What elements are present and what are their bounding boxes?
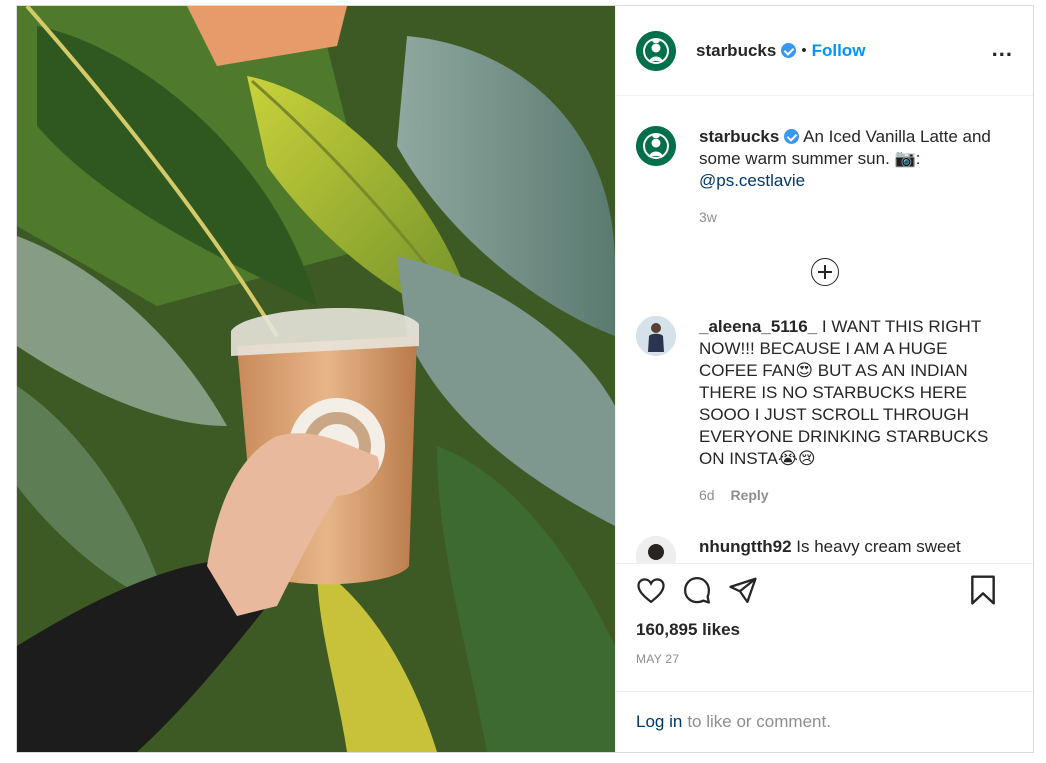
verified-badge-icon	[784, 129, 800, 144]
share-icon[interactable]	[728, 576, 758, 604]
comment-username[interactable]: nhungtth92	[699, 537, 792, 556]
comment-item: _aleena_5116_ I WANT THIS RIGHT NOW!!! B…	[636, 316, 1013, 506]
commenter-avatar[interactable]	[636, 316, 676, 356]
reply-button[interactable]: Reply	[730, 487, 768, 503]
post-date: MAY 27	[636, 652, 680, 666]
follow-button[interactable]: Follow	[812, 41, 866, 61]
likes-count[interactable]: 160,895 likes	[636, 620, 1013, 640]
caption-age: 3w	[699, 209, 717, 225]
more-options-icon[interactable]: ...	[992, 38, 1013, 60]
verified-badge-icon	[781, 43, 797, 58]
comment-text: Is heavy cream sweet	[796, 537, 961, 556]
comment-item: nhungtth92 Is heavy cream sweet	[636, 536, 1013, 563]
user-photo-icon	[636, 316, 676, 356]
action-icons	[636, 564, 1013, 616]
post-actions: 160,895 likes MAY 27	[616, 563, 1033, 691]
load-more-comments-icon[interactable]	[810, 258, 839, 286]
heart-icon[interactable]	[636, 576, 666, 604]
post-photo-image	[17, 6, 615, 752]
caption-mention-link[interactable]: @ps.cestlavie	[699, 171, 805, 190]
caption-avatar[interactable]	[636, 126, 676, 166]
caption: starbucks An Iced Vanilla Latte and some…	[636, 126, 1013, 228]
caption-username[interactable]: starbucks	[699, 127, 779, 146]
comments-section[interactable]: starbucks An Iced Vanilla Latte and some…	[616, 96, 1033, 563]
comment-username[interactable]: _aleena_5116_	[699, 317, 817, 336]
starbucks-logo-icon	[636, 30, 676, 71]
starbucks-avatar[interactable]	[636, 30, 676, 71]
comment-text: I WANT THIS RIGHT NOW!!! BECAUSE I AM A …	[699, 317, 989, 468]
login-prompt: Log in to like or comment.	[616, 691, 1033, 752]
login-link[interactable]: Log in	[636, 712, 682, 732]
login-text: to like or comment.	[687, 712, 831, 731]
header-username[interactable]: starbucks	[696, 41, 776, 61]
comment-age: 6d	[699, 487, 715, 503]
comment-icon[interactable]	[682, 575, 712, 605]
post-photo[interactable]	[17, 6, 615, 752]
bookmark-icon[interactable]	[969, 574, 997, 606]
instagram-post: starbucks • Follow ... starbucks An Iced…	[16, 5, 1034, 753]
post-sidebar: starbucks • Follow ... starbucks An Iced…	[615, 6, 1033, 752]
post-header: starbucks • Follow ...	[616, 6, 1033, 96]
comment-meta: 6d Reply	[699, 484, 999, 506]
comment-body: _aleena_5116_ I WANT THIS RIGHT NOW!!! B…	[699, 316, 999, 506]
starbucks-logo-icon	[636, 126, 676, 166]
commenter-avatar[interactable]	[636, 536, 676, 563]
header-separator: •	[801, 42, 807, 59]
user-photo-icon	[636, 536, 676, 563]
comment-body: nhungtth92 Is heavy cream sweet	[699, 536, 999, 563]
caption-body: starbucks An Iced Vanilla Latte and some…	[699, 126, 999, 228]
